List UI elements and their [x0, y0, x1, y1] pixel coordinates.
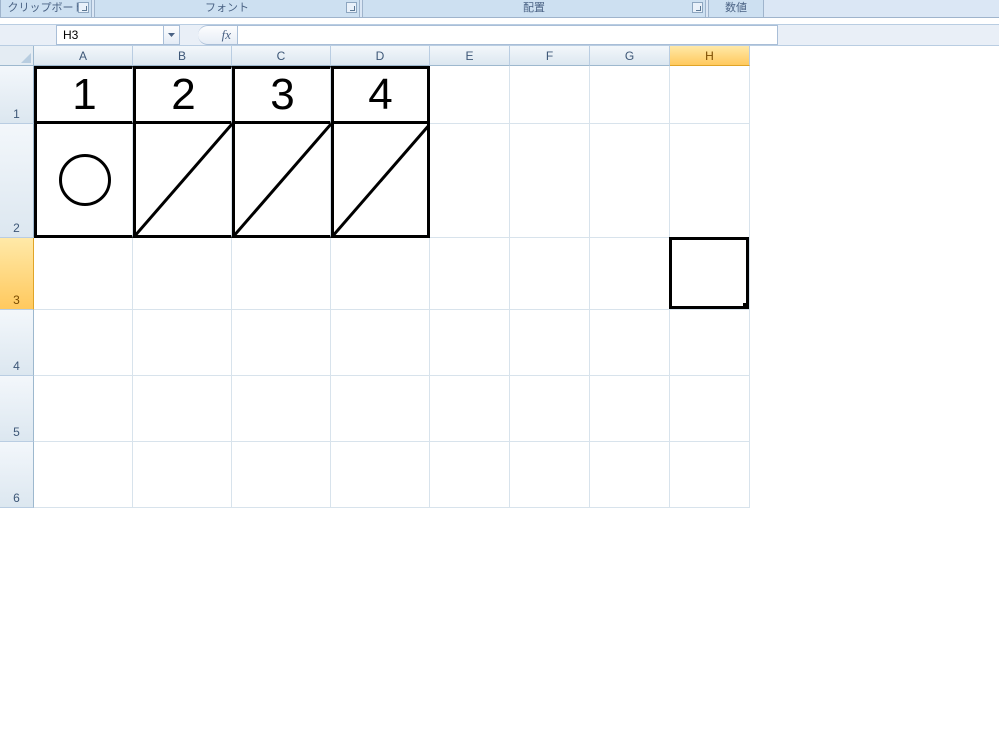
row-header-6[interactable]: 6 [0, 442, 34, 508]
row-header-4[interactable]: 4 [0, 310, 34, 376]
cell-H1[interactable] [670, 66, 750, 124]
formula-input[interactable] [238, 25, 778, 45]
cell-D6[interactable] [331, 442, 430, 508]
cell-H3[interactable] [670, 238, 750, 310]
worksheet[interactable]: ABCDEFGH 123456 1234 [0, 46, 999, 526]
column-header-A[interactable]: A [34, 46, 133, 66]
insert-function-button[interactable]: fx [198, 25, 238, 45]
cell-G3[interactable] [590, 238, 670, 310]
cell-B2[interactable] [133, 124, 232, 238]
ribbon-group-alignment[interactable]: 配置 [362, 0, 706, 18]
chevron-down-icon [168, 33, 175, 37]
cell-F4[interactable] [510, 310, 590, 376]
cell-G1[interactable] [590, 66, 670, 124]
cell-C6[interactable] [232, 442, 331, 508]
formula-bar: H3 fx [0, 24, 999, 46]
cell-A5[interactable] [34, 376, 133, 442]
ribbon-group-clipboard[interactable]: クリップボード [0, 0, 92, 18]
ribbon-group-font[interactable]: フォント [94, 0, 360, 18]
row-header-5[interactable]: 5 [0, 376, 34, 442]
fx-icon: fx [222, 27, 231, 43]
cell-C5[interactable] [232, 376, 331, 442]
ribbon-group-labels: クリップボード フォント 配置 数値 [0, 0, 999, 18]
cell-D1[interactable]: 4 [331, 66, 430, 124]
column-header-F[interactable]: F [510, 46, 590, 66]
cell-C1[interactable]: 3 [232, 66, 331, 124]
cell-B4[interactable] [133, 310, 232, 376]
cell-C3[interactable] [232, 238, 331, 310]
column-header-B[interactable]: B [133, 46, 232, 66]
cell-G2[interactable] [590, 124, 670, 238]
cell-F3[interactable] [510, 238, 590, 310]
cell-A6[interactable] [34, 442, 133, 508]
cell-C2[interactable] [232, 124, 331, 238]
cell-F5[interactable] [510, 376, 590, 442]
column-header-E[interactable]: E [430, 46, 510, 66]
cell-D2[interactable] [331, 124, 430, 238]
cell-A3[interactable] [34, 238, 133, 310]
cell-G5[interactable] [590, 376, 670, 442]
cell-F1[interactable] [510, 66, 590, 124]
cell-E3[interactable] [430, 238, 510, 310]
column-header-D[interactable]: D [331, 46, 430, 66]
dialog-launcher-icon[interactable] [346, 2, 357, 13]
row-header-2[interactable]: 2 [0, 124, 34, 238]
ribbon-group-label: 数値 [725, 2, 747, 14]
column-headers: ABCDEFGH [34, 46, 750, 66]
row-headers: 123456 [0, 66, 34, 508]
ribbon-group-number[interactable]: 数値 [708, 0, 764, 18]
cell-C4[interactable] [232, 310, 331, 376]
cell-H4[interactable] [670, 310, 750, 376]
cell-F6[interactable] [510, 442, 590, 508]
circle-icon [59, 154, 111, 206]
cell-E1[interactable] [430, 66, 510, 124]
cell-E2[interactable] [430, 124, 510, 238]
cell-D4[interactable] [331, 310, 430, 376]
cell-H6[interactable] [670, 442, 750, 508]
cell-A4[interactable] [34, 310, 133, 376]
ribbon-group-label: フォント [205, 2, 249, 14]
cell-E6[interactable] [430, 442, 510, 508]
cell-B5[interactable] [133, 376, 232, 442]
cell-B3[interactable] [133, 238, 232, 310]
cell-D5[interactable] [331, 376, 430, 442]
cell-G4[interactable] [590, 310, 670, 376]
row-header-3[interactable]: 3 [0, 238, 34, 310]
cell-A1[interactable]: 1 [34, 66, 133, 124]
cell-G6[interactable] [590, 442, 670, 508]
cell-A2[interactable] [34, 124, 133, 238]
ribbon-group-label: クリップボード [8, 2, 85, 14]
cell-E5[interactable] [430, 376, 510, 442]
name-box-value: H3 [63, 28, 78, 42]
ribbon-group-label: 配置 [523, 2, 545, 14]
select-all-button[interactable] [0, 46, 34, 66]
name-box[interactable]: H3 [56, 25, 164, 45]
cell-H5[interactable] [670, 376, 750, 442]
column-header-H[interactable]: H [670, 46, 750, 66]
column-header-G[interactable]: G [590, 46, 670, 66]
column-header-C[interactable]: C [232, 46, 331, 66]
dialog-launcher-icon[interactable] [692, 2, 703, 13]
cell-B1[interactable]: 2 [133, 66, 232, 124]
row-header-1[interactable]: 1 [0, 66, 34, 124]
cell-D3[interactable] [331, 238, 430, 310]
name-box-dropdown[interactable] [164, 25, 180, 45]
cell-H2[interactable] [670, 124, 750, 238]
dialog-launcher-icon[interactable] [78, 2, 89, 13]
cell-B6[interactable] [133, 442, 232, 508]
cell-F2[interactable] [510, 124, 590, 238]
cell-E4[interactable] [430, 310, 510, 376]
